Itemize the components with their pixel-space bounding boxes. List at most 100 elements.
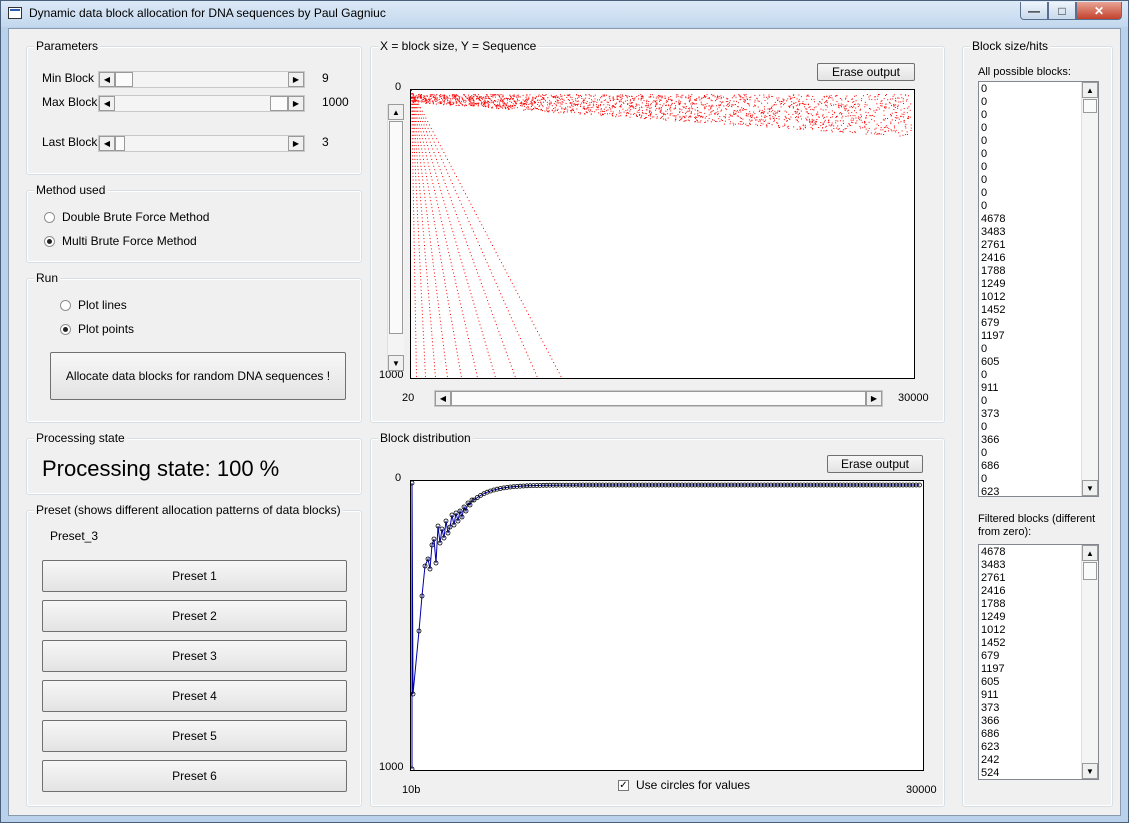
- list-item[interactable]: 0: [981, 447, 1005, 460]
- all-blocks-scroll-thumb[interactable]: [1083, 99, 1097, 113]
- list-item[interactable]: 0: [981, 343, 1005, 356]
- list-item[interactable]: 1452: [981, 637, 1005, 650]
- scroll-left-icon[interactable]: ◀: [435, 391, 451, 406]
- list-item[interactable]: 686: [981, 460, 1005, 473]
- list-item[interactable]: 242: [981, 754, 1005, 767]
- preset-6-button[interactable]: Preset 6: [42, 760, 347, 792]
- max-block-slider[interactable]: ◀ ▶: [98, 95, 305, 112]
- scroll-up-icon[interactable]: ▲: [1082, 82, 1098, 98]
- list-item[interactable]: 2761: [981, 572, 1005, 585]
- scroll-up-icon[interactable]: ▲: [388, 104, 404, 120]
- max-block-thumb[interactable]: [270, 96, 288, 111]
- radio-plot-points[interactable]: Plot points: [60, 322, 134, 336]
- maximize-button[interactable]: □: [1048, 2, 1076, 20]
- radio-double-brute-force[interactable]: Double Brute Force Method: [44, 210, 209, 224]
- list-item[interactable]: 0: [981, 187, 1005, 200]
- scroll-up-icon[interactable]: ▲: [1082, 545, 1098, 561]
- scroll-right-icon[interactable]: ▶: [288, 72, 304, 87]
- plot1-vertical-scrollbar[interactable]: ▲ ▼: [387, 104, 404, 371]
- preset-3-button[interactable]: Preset 3: [42, 640, 347, 672]
- scroll-right-icon[interactable]: ▶: [288, 136, 304, 151]
- minimize-button[interactable]: —: [1020, 2, 1048, 20]
- list-item[interactable]: 686: [981, 728, 1005, 741]
- scroll-right-icon[interactable]: ▶: [288, 96, 304, 111]
- scroll-left-icon[interactable]: ◀: [99, 96, 115, 111]
- last-block-thumb[interactable]: [115, 136, 125, 151]
- scroll-left-icon[interactable]: ◀: [99, 72, 115, 87]
- list-item[interactable]: 1249: [981, 611, 1005, 624]
- list-item[interactable]: 1197: [981, 330, 1005, 343]
- allocate-button[interactable]: Allocate data blocks for random DNA sequ…: [50, 352, 346, 400]
- list-item[interactable]: 373: [981, 702, 1005, 715]
- list-item[interactable]: 1452: [981, 304, 1005, 317]
- all-blocks-listbox[interactable]: 0 0 0 0 0 0 0 0 0 0 4678 3483 2761 2416 1788 1249 1012 14…: [978, 81, 1099, 497]
- list-item[interactable]: 679: [981, 317, 1005, 330]
- preset-1-button[interactable]: Preset 1: [42, 560, 347, 592]
- all-blocks-scrollbar[interactable]: ▲ ▼: [1081, 82, 1098, 496]
- list-item[interactable]: 605: [981, 676, 1005, 689]
- list-item[interactable]: 0: [981, 369, 1005, 382]
- app-icon[interactable]: [8, 7, 22, 19]
- scroll-down-icon[interactable]: ▼: [1082, 763, 1098, 779]
- min-block-thumb[interactable]: [115, 72, 133, 87]
- list-item[interactable]: 1012: [981, 291, 1005, 304]
- list-item[interactable]: 1197: [981, 663, 1005, 676]
- list-item[interactable]: 0: [981, 421, 1005, 434]
- list-item[interactable]: 3483: [981, 226, 1005, 239]
- filtered-blocks-scroll-thumb[interactable]: [1083, 562, 1097, 580]
- radio-selected-icon[interactable]: [44, 235, 55, 247]
- min-block-slider[interactable]: ◀ ▶: [98, 71, 305, 88]
- list-item[interactable]: 4678: [981, 213, 1005, 226]
- list-item[interactable]: 1788: [981, 598, 1005, 611]
- list-item[interactable]: 0: [981, 148, 1005, 161]
- filtered-blocks-scrollbar[interactable]: ▲ ▼: [1081, 545, 1098, 779]
- last-block-slider[interactable]: ◀ ▶: [98, 135, 305, 152]
- scroll-right-icon[interactable]: ▶: [866, 391, 882, 406]
- list-item[interactable]: 911: [981, 382, 1005, 395]
- preset-2-button[interactable]: Preset 2: [42, 600, 347, 632]
- radio-icon[interactable]: [44, 211, 55, 223]
- title-bar[interactable]: Dynamic data block allocation for DNA se…: [1, 1, 1128, 27]
- checkbox-checked-icon[interactable]: ✓: [618, 779, 629, 791]
- list-item[interactable]: 2416: [981, 585, 1005, 598]
- list-item[interactable]: 0: [981, 109, 1005, 122]
- radio-selected-icon[interactable]: [60, 323, 71, 335]
- erase-output-button-1[interactable]: Erase output: [817, 63, 915, 81]
- plot1-hscroll-thumb[interactable]: [451, 391, 866, 406]
- list-item[interactable]: 0: [981, 395, 1005, 408]
- list-item[interactable]: 2761: [981, 239, 1005, 252]
- list-item[interactable]: 1012: [981, 624, 1005, 637]
- list-item[interactable]: 0: [981, 473, 1005, 486]
- list-item[interactable]: 0: [981, 122, 1005, 135]
- close-button[interactable]: ✕: [1076, 2, 1122, 20]
- preset-4-button[interactable]: Preset 4: [42, 680, 347, 712]
- list-item[interactable]: 366: [981, 434, 1005, 447]
- radio-icon[interactable]: [60, 299, 71, 311]
- list-item[interactable]: 623: [981, 486, 1005, 496]
- list-item[interactable]: 1249: [981, 278, 1005, 291]
- plot1-horizontal-scrollbar[interactable]: ◀ ▶: [434, 390, 883, 407]
- list-item[interactable]: 911: [981, 689, 1005, 702]
- list-item[interactable]: 0: [981, 135, 1005, 148]
- plot1-vscroll-thumb[interactable]: [389, 121, 403, 334]
- radio-plot-lines[interactable]: Plot lines: [60, 298, 127, 312]
- scroll-down-icon[interactable]: ▼: [388, 355, 404, 371]
- list-item[interactable]: 623: [981, 741, 1005, 754]
- list-item[interactable]: 0: [981, 174, 1005, 187]
- filtered-blocks-listbox[interactable]: 4678 3483 2761 2416 1788 1249 1012 1452 679 1197 6…: [978, 544, 1099, 780]
- list-item[interactable]: 0: [981, 96, 1005, 109]
- radio-multi-brute-force[interactable]: Multi Brute Force Method: [44, 234, 197, 248]
- list-item[interactable]: 1788: [981, 265, 1005, 278]
- list-item[interactable]: 605: [981, 356, 1005, 369]
- use-circles-checkbox[interactable]: ✓ Use circles for values: [618, 778, 750, 792]
- list-item[interactable]: 679: [981, 650, 1005, 663]
- list-item[interactable]: 0: [981, 161, 1005, 174]
- scroll-left-icon[interactable]: ◀: [99, 136, 115, 151]
- list-item[interactable]: 366: [981, 715, 1005, 728]
- list-item[interactable]: 373: [981, 408, 1005, 421]
- erase-output-button-2[interactable]: Erase output: [827, 455, 923, 473]
- preset-5-button[interactable]: Preset 5: [42, 720, 347, 752]
- list-item[interactable]: 4678: [981, 546, 1005, 559]
- scroll-down-icon[interactable]: ▼: [1082, 480, 1098, 496]
- list-item[interactable]: 0: [981, 200, 1005, 213]
